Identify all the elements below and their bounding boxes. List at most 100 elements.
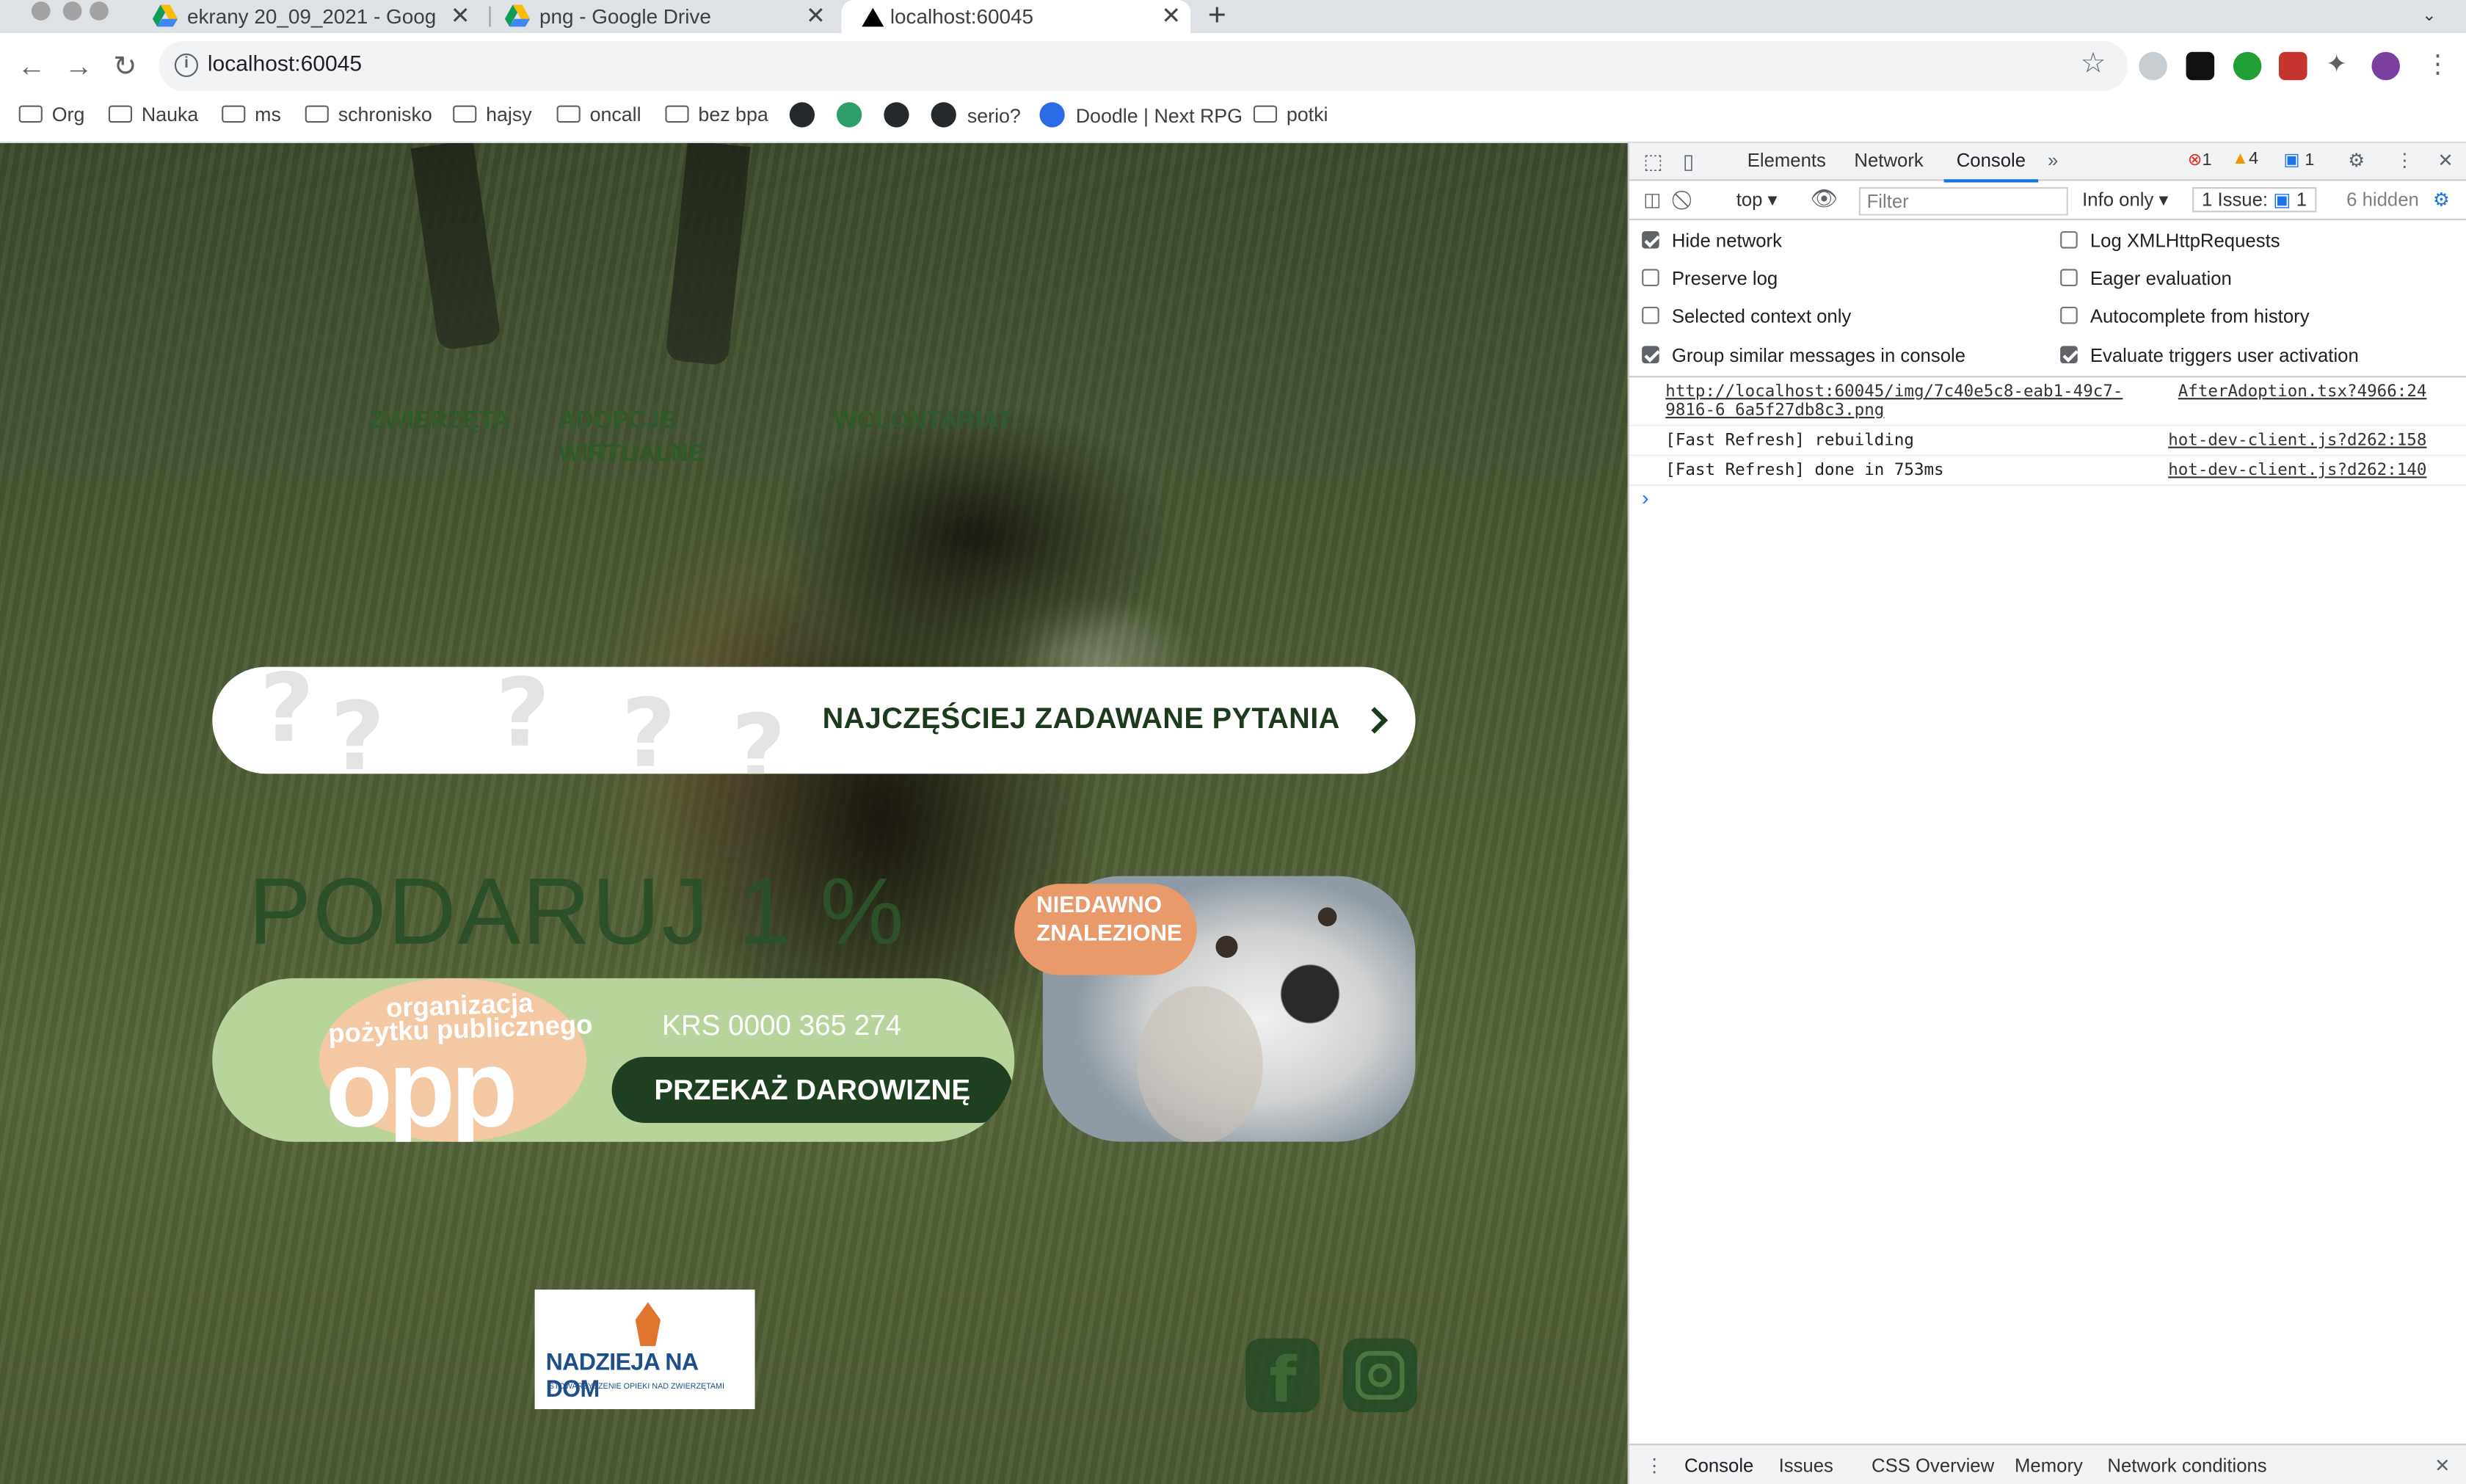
web-page: ZWIERZĘTA ADOPCJE WIRTUALNE WOLONTARIAT … (0, 143, 1628, 1484)
tab-ekrany[interactable]: ekrany 20_09_2021 - Google Dr ✕ (152, 0, 480, 33)
bookmark-label: serio? (967, 105, 1021, 128)
bookmark-folder[interactable]: oncall (556, 102, 641, 127)
minimize-window-button[interactable] (62, 1, 82, 21)
close-tab-icon[interactable]: ✕ (1161, 0, 1181, 33)
tab-network[interactable]: Network (1854, 150, 1923, 172)
tab-png[interactable]: png - Google Drive ✕ (504, 0, 835, 33)
setting-label: Selected context only (1671, 305, 1852, 327)
new-tab-button[interactable]: + (1208, 0, 1226, 33)
checkbox[interactable] (1642, 306, 1659, 324)
bookmark-folder[interactable]: hajsy (453, 102, 532, 127)
console-settings-icon[interactable]: ⚙ (2433, 189, 2450, 211)
drawer-tab-memory[interactable]: Memory (2015, 1455, 2083, 1477)
extension-globe-icon[interactable] (2139, 51, 2167, 81)
bookmark-site[interactable] (884, 102, 909, 128)
inspect-element-icon[interactable]: ⬚ (1643, 150, 1662, 175)
message-source[interactable]: hot-dev-client.js?d262:140 (2168, 461, 2426, 480)
menu-kebab-icon[interactable]: ⋮ (2425, 48, 2450, 83)
setting-eager-eval[interactable]: Eager evaluation (2060, 267, 2232, 289)
menu-item-zwierzeta[interactable]: ZWIERZĘTA (370, 404, 510, 437)
setting-autocomplete[interactable]: Autocomplete from history (2060, 305, 2310, 327)
close-tab-icon[interactable]: ✕ (451, 0, 470, 33)
checkbox[interactable] (1642, 269, 1659, 286)
issues-button[interactable]: 1 Issue: ▣ 1 (2192, 186, 2316, 213)
instagram-icon[interactable] (1343, 1338, 1417, 1413)
bookmark-folder[interactable]: schronisko (305, 102, 432, 127)
tab-console[interactable]: Console (1943, 150, 2039, 183)
site-info-icon[interactable]: i (174, 53, 198, 77)
console-filter-input[interactable]: Filter (1858, 186, 2068, 216)
console-prompt[interactable]: › (1642, 486, 1648, 509)
nadzieja-na-dom-logo[interactable]: NADZIEJA NA DOM STOWARZYSZENIE OPIEKI NA… (534, 1290, 755, 1409)
devtools-menu-icon[interactable]: ⋮ (2396, 150, 2415, 172)
close-devtools-icon[interactable]: ✕ (2437, 150, 2454, 172)
bookmark-folder[interactable]: Nauka (108, 102, 198, 127)
drawer-tab-css-overview[interactable]: CSS Overview (1872, 1455, 1994, 1477)
bookmark-star-icon[interactable]: ☆ (2081, 47, 2106, 80)
setting-group-similar[interactable]: Group similar messages in console (1642, 344, 1965, 366)
log-level-dropdown[interactable]: Info only ▾ (2082, 189, 2168, 211)
tab-elements[interactable]: Elements (1747, 150, 1826, 172)
setting-hide-network[interactable]: Hide network (1642, 230, 1782, 252)
bookmark-folder[interactable]: ms (222, 102, 281, 127)
checkbox[interactable] (2060, 269, 2078, 286)
donate-heading: PODARUJ 1 % (248, 859, 906, 964)
close-drawer-icon[interactable]: ✕ (2434, 1455, 2451, 1477)
bookmark-folder[interactable]: Org (18, 102, 84, 127)
maximize-window-button[interactable] (90, 1, 109, 21)
context-selector[interactable]: top ▾ (1736, 189, 1778, 211)
screen: ekrany 20_09_2021 - Google Dr ✕ png - Go… (0, 0, 2466, 1484)
setting-log-xhr[interactable]: Log XMLHttpRequests (2060, 230, 2280, 252)
donate-button[interactable]: PRZEKAŻ DAROWIZNĘ (611, 1057, 1013, 1123)
checkbox[interactable] (1642, 346, 1659, 363)
logo-subtitle: STOWARZYSZENIE OPIEKI NAD ZWIERZĘTAMI (548, 1382, 724, 1392)
settings-gear-icon[interactable]: ⚙ (2348, 150, 2365, 172)
drawer-tab-console[interactable]: Console (1684, 1455, 1753, 1484)
setting-evaluate-triggers[interactable]: Evaluate triggers user activation (2060, 344, 2359, 366)
recently-found-badge[interactable]: NIEDAWNO ZNALEZIONE (1014, 884, 1197, 975)
setting-preserve-log[interactable]: Preserve log (1642, 267, 1778, 289)
menu-item-wolontariat[interactable]: WOLONTARIAT (834, 404, 1013, 437)
setting-selected-context[interactable]: Selected context only (1642, 305, 1851, 327)
drawer-tab-issues[interactable]: Issues (1779, 1455, 1833, 1477)
extension-icon[interactable] (2233, 51, 2262, 81)
info-count[interactable]: ▣ 1 (2283, 150, 2314, 170)
extension-icon[interactable] (2186, 51, 2215, 81)
back-icon[interactable]: ← (18, 48, 46, 83)
checkbox[interactable] (1642, 231, 1659, 249)
bookmark-serio[interactable]: serio? (931, 102, 1021, 128)
drawer-tab-network-conditions[interactable]: Network conditions (2107, 1455, 2266, 1477)
more-tabs-icon[interactable]: » (2048, 150, 2058, 172)
bookmark-folder[interactable]: potki (1253, 102, 1328, 127)
message-source[interactable]: AfterAdoption.tsx?4966:24 (2178, 382, 2427, 401)
device-toolbar-icon[interactable]: ▯ (1683, 150, 1694, 175)
avatar[interactable] (2371, 51, 2400, 81)
close-window-button[interactable] (31, 1, 51, 21)
warning-count[interactable]: ▲4 (2232, 150, 2258, 169)
extensions-puzzle-icon[interactable]: ✦ (2326, 48, 2347, 83)
checkbox[interactable] (2060, 306, 2078, 324)
checkbox[interactable] (2060, 231, 2078, 249)
tab-localhost[interactable]: localhost:60045 ✕ (841, 0, 1191, 33)
message-link[interactable]: http://localhost:60045/img/7c40e5c8-eab1… (1665, 382, 2123, 420)
extension-icon[interactable] (2279, 51, 2307, 81)
address-bar[interactable]: i localhost:60045 ☆ (159, 40, 2128, 92)
bookmark-site[interactable] (837, 102, 862, 128)
close-tab-icon[interactable]: ✕ (806, 0, 826, 33)
faq-button[interactable]: ? ? ? ? ? NAJCZĘŚCIEJ ZADAWANE PYTANIA (212, 666, 1416, 774)
bookmark-github[interactable] (789, 102, 815, 128)
tab-search-icon[interactable]: ⌄ (2422, 0, 2437, 33)
forward-icon[interactable]: → (65, 48, 93, 83)
bookmark-doodle[interactable]: Doodle | Next RPG (1039, 102, 1243, 128)
drawer-menu-icon[interactable]: ⋮ (1645, 1455, 1664, 1477)
checkbox[interactable] (2060, 346, 2078, 363)
sidebar-toggle-icon[interactable]: ◫ (1643, 189, 1661, 211)
bookmark-folder[interactable]: bez bpa (665, 102, 768, 127)
message-source[interactable]: hot-dev-client.js?d262:158 (2168, 431, 2426, 450)
live-expression-eye-icon[interactable]: 👁 (1810, 186, 1838, 212)
menu-item-adopcje-wirtualne[interactable]: ADOPCJE WIRTUALNE (559, 404, 747, 470)
reload-icon[interactable]: ↻ (113, 48, 137, 83)
error-count[interactable]: ⊗1 (2188, 150, 2212, 170)
logo-name: NADZIEJA NA DOM (545, 1349, 698, 1403)
facebook-icon[interactable]: f (1245, 1338, 1320, 1417)
